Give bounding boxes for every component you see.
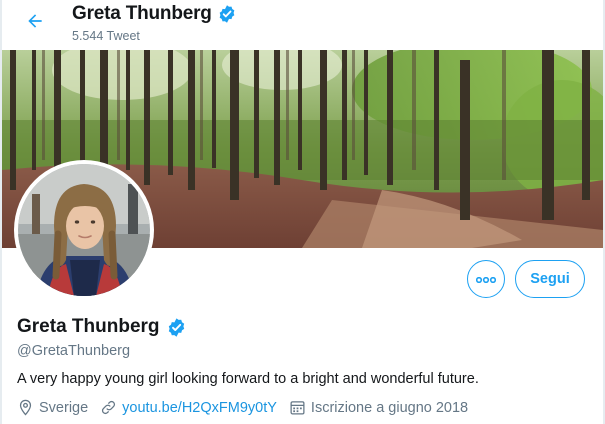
tweet-count: 5.544 Tweet — [72, 29, 140, 43]
back-button[interactable] — [18, 6, 52, 40]
profile-handle: @GretaThunberg — [17, 343, 131, 359]
website-link[interactable]: youtu.be/H2QxFM9y0tY — [122, 400, 277, 416]
more-dots-icon — [475, 270, 497, 288]
profile-meta: Sverige youtu.be/H2QxFM9y0tY Iscrizione … — [17, 399, 480, 416]
location-text: Sverige — [39, 399, 89, 416]
location-item: Sverige — [17, 399, 88, 416]
follow-button[interactable]: Segui — [515, 260, 585, 298]
verified-badge-icon — [217, 4, 237, 24]
joined-text: Iscrizione a giugno 2018 — [310, 399, 469, 416]
back-arrow-icon — [25, 11, 45, 36]
link-icon — [100, 399, 117, 416]
website-item: youtu.be/H2QxFM9y0tY — [100, 399, 277, 416]
display-name: Greta Thunberg — [17, 316, 160, 337]
calendar-icon — [289, 399, 306, 416]
profile-header: Greta Thunberg 5.544 Tweet — [2, 0, 603, 50]
avatar-image — [18, 164, 150, 296]
joined-item: Iscrizione a giugno 2018 — [289, 399, 468, 416]
avatar[interactable] — [14, 160, 154, 300]
profile-bio: A very happy young girl looking forward … — [17, 371, 479, 387]
profile-name-row: Greta Thunberg — [17, 316, 187, 338]
header-name: Greta Thunberg — [72, 3, 212, 24]
more-options-button[interactable] — [467, 260, 505, 298]
header-title: Greta Thunberg — [72, 3, 237, 25]
verified-badge-icon — [166, 317, 187, 338]
location-pin-icon — [17, 399, 34, 416]
